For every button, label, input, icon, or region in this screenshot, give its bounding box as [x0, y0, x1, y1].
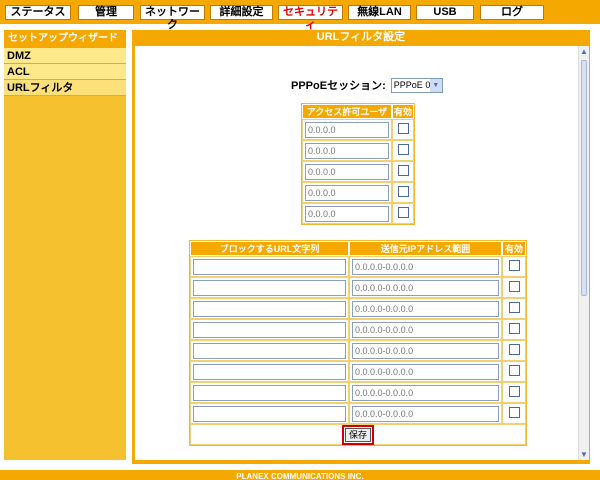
main-panel: URLフィルタ設定 PPPoEセッション: PPPoE 0 ▼ アクセス許可ユー…: [132, 30, 590, 464]
enabled-checkbox[interactable]: [508, 301, 520, 313]
panel-body: PPPoEセッション: PPPoE 0 ▼ アクセス許可ユーザ 有効 0.0.0…: [135, 46, 587, 460]
tab-wireless[interactable]: 無線LAN: [348, 5, 411, 20]
tab-log[interactable]: ログ: [480, 5, 544, 20]
table-row: [190, 256, 526, 277]
allowed-user-input[interactable]: [305, 163, 389, 180]
table-row: [190, 361, 526, 382]
table-row: [190, 340, 526, 361]
enabled-checkbox[interactable]: [508, 385, 520, 397]
pppoe-session-value: PPPoE 0: [393, 79, 431, 90]
table-row: [190, 277, 526, 298]
column-header-block-url: ブロックするURL文字列: [190, 241, 350, 256]
table-row: [302, 140, 414, 161]
save-row: 保存: [190, 424, 526, 445]
enabled-checkbox[interactable]: [508, 406, 520, 418]
sidebar-item-dmz[interactable]: DMZ: [4, 48, 126, 64]
triangle-down-icon[interactable]: ▼: [579, 449, 589, 460]
source-ip-range-input[interactable]: [352, 300, 500, 317]
chevron-down-icon: ▼: [429, 78, 442, 92]
enabled-checkbox[interactable]: [508, 259, 520, 271]
enabled-checkbox[interactable]: [508, 280, 520, 292]
triangle-up-icon[interactable]: ▲: [579, 46, 589, 57]
vertical-scrollbar[interactable]: ▲ ▼: [578, 46, 589, 460]
sidebar-item-url-filter[interactable]: URLフィルタ: [4, 80, 126, 96]
pppoe-session-label: PPPoEセッション:: [291, 80, 386, 92]
block-url-input[interactable]: [193, 300, 347, 317]
source-ip-range-input[interactable]: [352, 342, 500, 359]
table-row: [302, 119, 414, 140]
source-ip-range-input[interactable]: [352, 405, 500, 422]
tab-admin[interactable]: 管理: [78, 5, 134, 20]
table-row: [302, 203, 414, 224]
enabled-checkbox[interactable]: [397, 185, 409, 197]
pppoe-session-select[interactable]: PPPoE 0 ▼: [390, 77, 443, 93]
save-button[interactable]: 保存: [341, 424, 375, 445]
sidebar-item-acl[interactable]: ACL: [4, 64, 126, 80]
block-url-input[interactable]: [193, 363, 347, 380]
table-row: [190, 319, 526, 340]
enabled-checkbox[interactable]: [508, 364, 520, 376]
table-row: [190, 298, 526, 319]
block-url-input[interactable]: [193, 258, 347, 275]
page-title: URLフィルタ設定: [316, 31, 406, 43]
table-row: [190, 382, 526, 403]
block-url-input[interactable]: [193, 321, 347, 338]
url-block-table: ブロックするURL文字列 送信元IPアドレス範囲 有効 0.0.0.0-0.0.…: [189, 240, 527, 446]
allowed-user-input[interactable]: [305, 121, 389, 138]
source-ip-range-input[interactable]: [352, 321, 500, 338]
column-header-allowed-user: アクセス許可ユーザ: [302, 104, 392, 119]
tab-network[interactable]: ネットワーク: [140, 5, 205, 31]
table-row: [302, 161, 414, 182]
source-ip-range-input[interactable]: [352, 279, 500, 296]
sidebar-item-setup-wizard[interactable]: セットアップウィザード: [4, 30, 126, 48]
tab-advanced[interactable]: 詳細設定: [210, 5, 273, 20]
table-row: [302, 182, 414, 203]
enabled-checkbox[interactable]: [397, 164, 409, 176]
enabled-checkbox[interactable]: [397, 122, 409, 134]
scrollbar-thumb[interactable]: [581, 60, 587, 296]
block-url-input[interactable]: [193, 384, 347, 401]
source-ip-range-input[interactable]: [352, 363, 500, 380]
allowed-users-table: アクセス許可ユーザ 有効: [301, 103, 415, 225]
top-nav-bar: ステータス 管理 ネットワーク 詳細設定 セキュリティ 無線LAN USB ログ: [0, 0, 600, 31]
enabled-checkbox[interactable]: [397, 143, 409, 155]
enabled-checkbox[interactable]: [397, 206, 409, 218]
allowed-user-input[interactable]: [305, 184, 389, 201]
tab-status[interactable]: ステータス: [5, 5, 71, 20]
enabled-checkbox[interactable]: [508, 322, 520, 334]
enabled-checkbox[interactable]: [508, 343, 520, 355]
allowed-user-input[interactable]: [305, 205, 389, 222]
pppoe-session-row: PPPoEセッション: PPPoE 0 ▼: [291, 77, 443, 93]
block-url-input[interactable]: [193, 342, 347, 359]
sidebar: セットアップウィザード DMZ ACL URLフィルタ: [4, 30, 126, 460]
table-row: [190, 403, 526, 424]
block-url-input[interactable]: [193, 279, 347, 296]
column-header-enabled: 有効: [392, 104, 414, 119]
tab-usb[interactable]: USB: [416, 5, 474, 20]
source-ip-range-input[interactable]: [352, 384, 500, 401]
tab-security[interactable]: セキュリティ: [278, 5, 343, 31]
column-header-source-ip-range: 送信元IPアドレス範囲: [349, 241, 503, 256]
footer: PLANEX COMMUNICATIONS INC.: [0, 470, 600, 480]
block-url-input[interactable]: [193, 405, 347, 422]
allowed-user-input[interactable]: [305, 142, 389, 159]
source-ip-range-input[interactable]: [352, 258, 500, 275]
column-header-enabled: 有効: [502, 241, 526, 256]
